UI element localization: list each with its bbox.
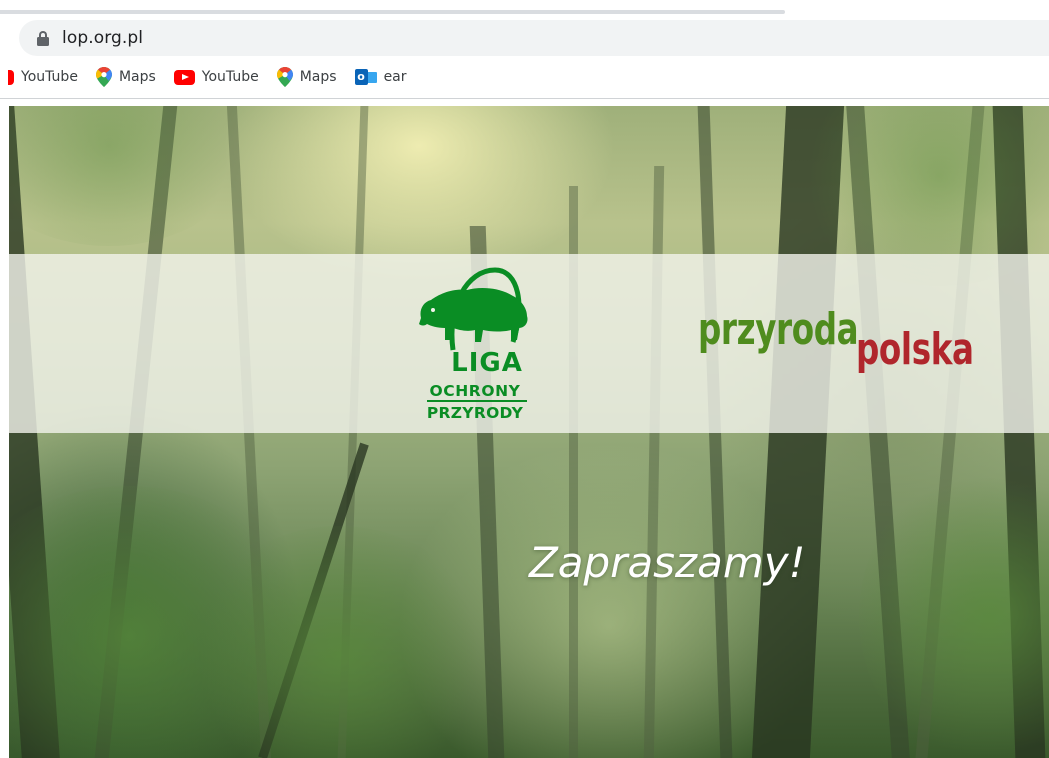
bookmark-label: Maps xyxy=(118,69,156,85)
youtube-icon xyxy=(8,69,14,85)
maps-icon xyxy=(95,67,112,87)
logo-text-ochrony: OCHRONY xyxy=(429,382,521,400)
tab-strip-edge xyxy=(0,10,785,14)
bookmarks-bar: YouTube Maps YouTube Maps o ear xyxy=(0,60,1049,94)
logo-text-polska: polska xyxy=(856,324,974,375)
bookmark-youtube-1[interactable]: YouTube xyxy=(0,63,86,91)
bookmark-youtube-2[interactable]: YouTube xyxy=(173,63,267,91)
przyroda-polska-logo[interactable]: przyroda polska xyxy=(698,304,998,394)
lock-icon[interactable] xyxy=(33,28,53,48)
liga-ochrony-przyrody-logo[interactable]: LIGA OCHRONY PRZYRODY xyxy=(417,266,533,426)
maps-icon xyxy=(276,67,293,87)
bookmark-maps-1[interactable]: Maps xyxy=(95,63,164,91)
outlook-icon: o xyxy=(354,68,377,86)
logo-text-przyrody: PRZYRODY xyxy=(426,404,524,422)
toolbar-divider xyxy=(0,98,1049,99)
logo-text-liga: LIGA xyxy=(451,348,523,378)
youtube-icon xyxy=(173,69,195,85)
logo-text-przyroda: przyroda xyxy=(698,304,859,355)
logo-band: LIGA OCHRONY PRZYRODY przyroda polska xyxy=(9,254,1049,433)
bookmark-maps-2[interactable]: Maps xyxy=(276,63,345,91)
bookmark-label: ear xyxy=(383,69,407,85)
welcome-heading: Zapraszamy! xyxy=(529,538,806,587)
address-bar[interactable]: lop.org.pl xyxy=(19,20,1049,56)
url-text[interactable]: lop.org.pl xyxy=(62,28,143,48)
bookmark-label: YouTube xyxy=(201,69,259,85)
forest-hero-image: LIGA OCHRONY PRZYRODY przyroda polska Za… xyxy=(9,106,1049,758)
bookmark-outlook[interactable]: o ear xyxy=(354,63,415,91)
bookmark-label: YouTube xyxy=(21,69,78,85)
bookmark-label: Maps xyxy=(299,69,337,85)
